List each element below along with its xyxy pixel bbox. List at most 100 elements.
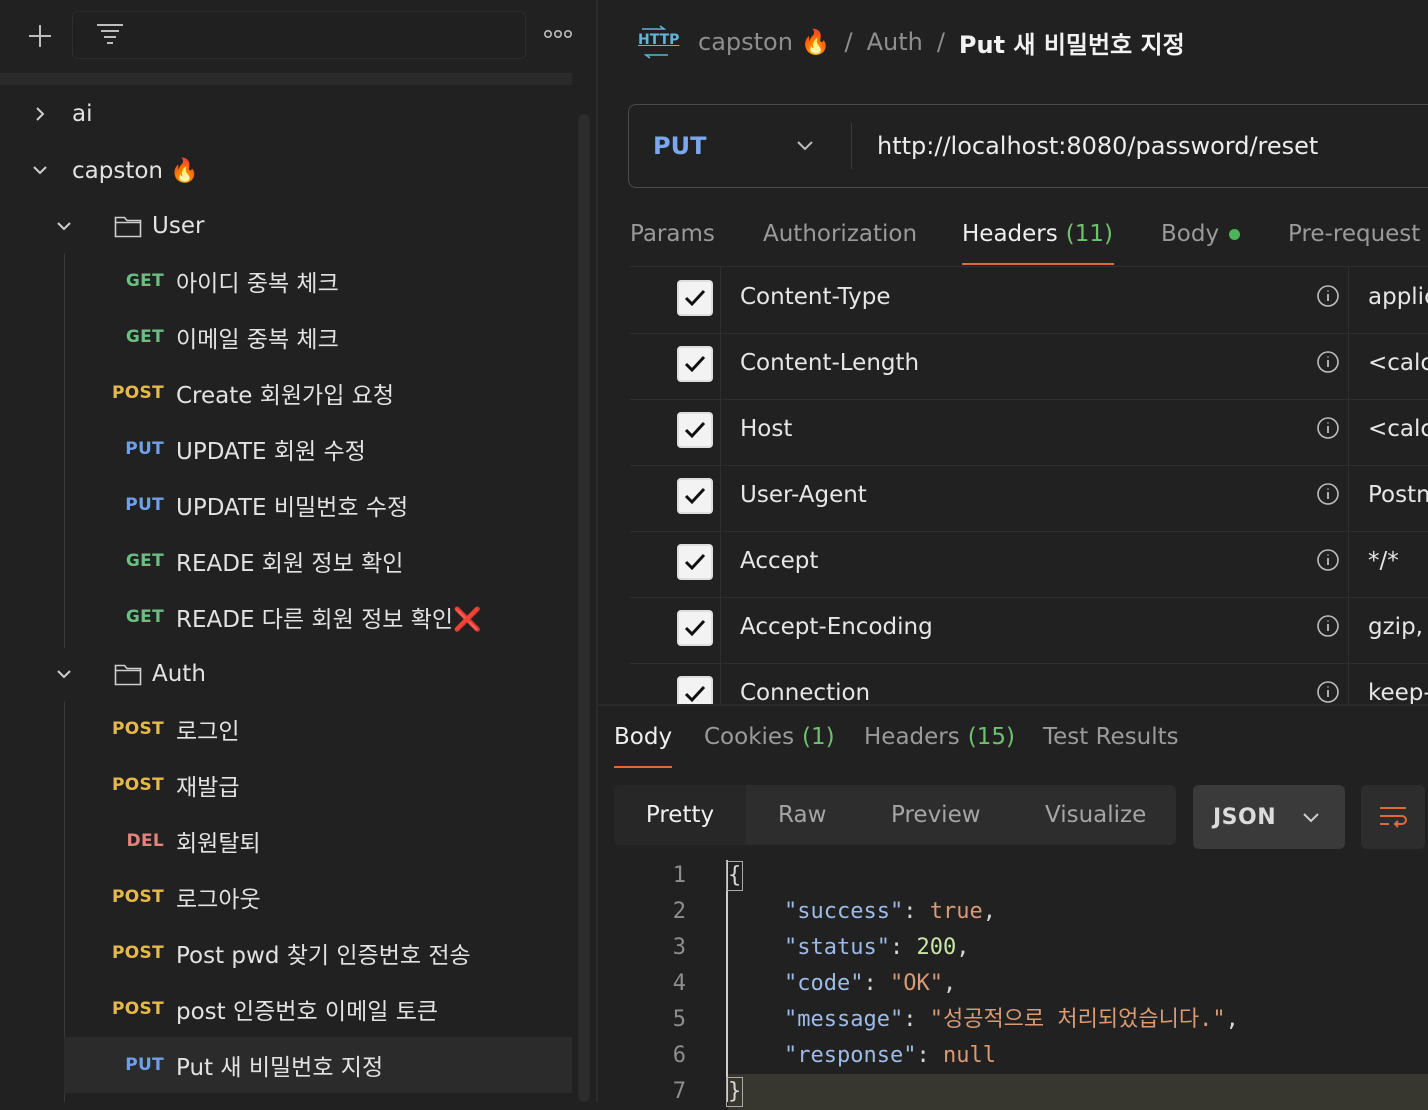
request-item[interactable]: GET 아이디 중복 체크 (64, 253, 572, 309)
header-key[interactable]: Content-Length (740, 333, 919, 393)
header-key[interactable]: Connection (740, 663, 870, 705)
view-preview[interactable]: Preview (891, 785, 981, 845)
method-badge: DEL (126, 831, 164, 851)
tab-pre-request[interactable]: Pre-request (1288, 212, 1420, 256)
info-icon[interactable] (1316, 350, 1340, 374)
wrap-icon (1380, 807, 1407, 828)
tab-params[interactable]: Params (630, 212, 715, 256)
column-divider (1348, 267, 1349, 333)
table-row: Content-Type applic (630, 267, 1428, 334)
table-row: Host <calc (630, 399, 1428, 466)
view-visualize[interactable]: Visualize (1045, 785, 1146, 845)
method-badge: POST (112, 999, 164, 1019)
tab-authorization[interactable]: Authorization (763, 212, 917, 256)
header-value[interactable]: applic (1368, 267, 1428, 327)
request-item[interactable]: GET READE 회원 정보 확인 (64, 533, 572, 589)
request-item[interactable]: DEL 회원탈퇴 (64, 813, 572, 869)
request-item[interactable]: POST post 인증번호 이메일 토큰 (64, 981, 572, 1037)
request-item-active[interactable]: PUT Put 새 비밀번호 지정 (64, 1037, 572, 1093)
request-item[interactable]: POST 로그인 (64, 701, 572, 757)
request-item[interactable]: POST Post pwd 찾기 인증번호 전송 (64, 925, 572, 981)
response-tab-headers[interactable]: Headers (15) (864, 718, 1015, 756)
header-value[interactable]: keep- (1368, 663, 1428, 705)
http-icon: HTTP (638, 25, 679, 59)
request-item[interactable]: PUT UPDATE 회원 수정 (64, 421, 572, 477)
header-value[interactable]: Postm (1368, 465, 1428, 525)
more-options-icon[interactable] (540, 22, 576, 46)
json-colon: : (889, 935, 917, 960)
checkmark-icon (684, 487, 706, 505)
wrap-lines-button[interactable] (1361, 785, 1425, 849)
current-line-highlight (728, 1074, 1428, 1110)
response-tab-cookies[interactable]: Cookies (1) (704, 718, 835, 756)
header-checkbox[interactable] (677, 610, 713, 646)
header-key[interactable]: User-Agent (740, 465, 867, 525)
info-icon[interactable] (1316, 614, 1340, 638)
request-item[interactable]: PUT UPDATE 비밀번호 수정 (64, 477, 572, 533)
header-value[interactable]: <calc (1368, 333, 1428, 393)
chevron-down-icon[interactable] (55, 665, 73, 683)
response-body-editor[interactable]: 1 2 3 4 5 6 7 { "success": true, "status… (598, 856, 1428, 1110)
header-key[interactable]: Content-Type (740, 267, 891, 327)
header-checkbox[interactable] (677, 346, 713, 382)
header-checkbox[interactable] (677, 280, 713, 316)
tab-body[interactable]: Body (1161, 212, 1241, 256)
new-icon[interactable] (22, 18, 58, 54)
header-checkbox[interactable] (677, 544, 713, 580)
chevron-right-icon[interactable] (31, 105, 49, 123)
header-value[interactable]: */* (1368, 531, 1399, 591)
request-item[interactable]: GET 이메일 중복 체크 (64, 309, 572, 365)
breadcrumb-collection[interactable]: capston 🔥 (698, 28, 830, 56)
sidebar-scrollbar[interactable] (578, 114, 590, 1102)
response-tab-test-results[interactable]: Test Results (1043, 718, 1179, 756)
header-key[interactable]: Accept (740, 531, 818, 591)
info-icon[interactable] (1316, 284, 1340, 308)
header-key[interactable]: Host (740, 399, 792, 459)
info-icon[interactable] (1316, 416, 1340, 440)
view-pretty[interactable]: Pretty (614, 785, 746, 845)
view-raw[interactable]: Raw (778, 785, 826, 845)
method-select[interactable]: PUT (653, 105, 706, 187)
column-divider (1348, 663, 1349, 705)
request-item[interactable]: GET READE 다른 회원 정보 확인❌ (64, 589, 572, 645)
chevron-down-icon[interactable] (31, 161, 49, 179)
request-item[interactable]: POST 재발급 (64, 757, 572, 813)
filter-icon[interactable] (93, 20, 127, 50)
column-divider (720, 465, 721, 531)
checkmark-icon (684, 619, 706, 637)
folder-auth[interactable]: Auth (0, 648, 572, 700)
tab-headers[interactable]: Headers (11) (962, 212, 1113, 256)
info-icon[interactable] (1316, 680, 1340, 704)
url-bar: PUT http://localhost:8080/password/reset (628, 104, 1428, 188)
filter-search-box[interactable] (72, 11, 526, 59)
chevron-down-icon[interactable] (55, 217, 73, 235)
info-icon[interactable] (1316, 482, 1340, 506)
header-checkbox[interactable] (677, 478, 713, 514)
format-select[interactable]: JSON (1193, 785, 1345, 849)
header-checkbox[interactable] (677, 412, 713, 448)
method-badge: POST (112, 383, 164, 403)
request-item[interactable]: POST Create 회원가입 요청 (64, 365, 572, 421)
header-value[interactable]: <calc (1368, 399, 1428, 459)
response-tab-body[interactable]: Body (614, 718, 672, 756)
folder-user[interactable]: User (0, 200, 572, 252)
collection-ai[interactable]: ai (0, 88, 572, 140)
json-key: "code" (784, 971, 864, 996)
header-checkbox[interactable] (677, 676, 713, 705)
active-tab-indicator (614, 766, 672, 768)
request-item[interactable]: POST 로그아웃 (64, 869, 572, 925)
response-resize-handle[interactable] (598, 704, 1428, 706)
method-badge: POST (112, 887, 164, 907)
collection-capston[interactable]: capston 🔥 (0, 144, 572, 196)
breadcrumb-folder[interactable]: Auth (867, 28, 923, 56)
chevron-down-icon[interactable] (795, 137, 815, 155)
code-line: "success": true, (784, 894, 996, 930)
breadcrumb-request[interactable]: Put 새 비밀번호 지정 (959, 25, 1185, 60)
column-divider (1348, 333, 1349, 399)
url-input[interactable]: http://localhost:8080/password/reset (877, 105, 1318, 187)
info-icon[interactable] (1316, 548, 1340, 572)
header-key[interactable]: Accept-Encoding (740, 597, 933, 657)
view-mode-selector: Pretty Raw Preview Visualize (614, 785, 1176, 845)
header-value[interactable]: gzip, (1368, 597, 1423, 657)
request-name: 로그인 (176, 719, 240, 745)
